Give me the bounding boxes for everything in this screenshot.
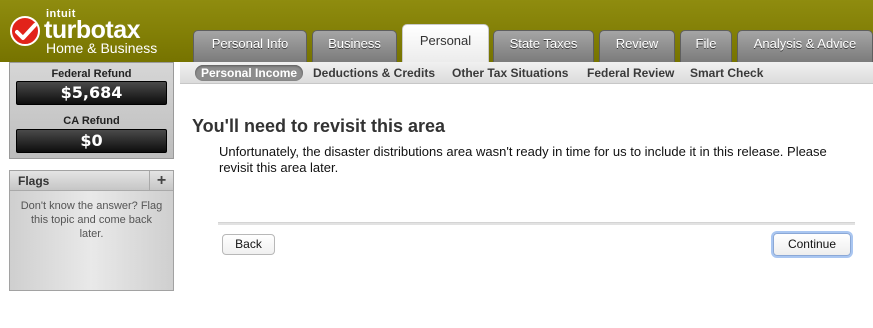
- refund-panel: Federal Refund $5,684 CA Refund $0: [9, 62, 174, 159]
- tab-review[interactable]: Review: [599, 30, 675, 62]
- flags-header: Flags +: [10, 171, 173, 191]
- tab-file[interactable]: File: [680, 30, 732, 62]
- continue-button[interactable]: Continue: [773, 233, 851, 256]
- tab-personal-info[interactable]: Personal Info: [193, 30, 307, 62]
- state-refund-value[interactable]: $0: [16, 129, 167, 153]
- federal-refund-label: Federal Refund: [51, 68, 132, 80]
- tab-analysis-advice[interactable]: Analysis & Advice: [737, 30, 873, 62]
- content-divider: [218, 222, 855, 225]
- subnav-other-tax-situations[interactable]: Other Tax Situations: [452, 65, 568, 81]
- flags-panel: Flags + Don't know the answer? Flag this…: [9, 170, 174, 291]
- subnav-smart-check[interactable]: Smart Check: [690, 65, 763, 81]
- flags-title: Flags: [18, 174, 50, 188]
- page-title: You'll need to revisit this area: [192, 116, 446, 136]
- flags-help-text: Don't know the answer? Flag this topic a…: [20, 200, 163, 240]
- subnav-federal-review[interactable]: Federal Review: [587, 65, 674, 81]
- subnav-personal-income[interactable]: Personal Income: [195, 65, 304, 81]
- subnav-deductions-credits[interactable]: Deductions & Credits: [313, 65, 435, 81]
- tab-state-taxes[interactable]: State Taxes: [493, 30, 594, 62]
- back-button[interactable]: Back: [222, 234, 275, 255]
- page-message: Unfortunately, the disaster distribution…: [219, 144, 827, 175]
- plus-icon[interactable]: +: [149, 171, 173, 191]
- turbotax-logo: intuit turbotax Home & Business: [8, 6, 186, 58]
- tab-personal[interactable]: Personal: [402, 24, 489, 62]
- federal-refund-value[interactable]: $5,684: [16, 81, 167, 105]
- tab-business[interactable]: Business: [312, 30, 397, 62]
- sub-navigation: Personal Income Deductions & Credits Oth…: [180, 62, 873, 84]
- app-header: intuit turbotax Home & Business Personal…: [0, 0, 873, 62]
- checkmark-icon: [10, 16, 40, 46]
- state-refund-label: CA Refund: [63, 115, 120, 127]
- logo-edition: Home & Business: [46, 40, 158, 56]
